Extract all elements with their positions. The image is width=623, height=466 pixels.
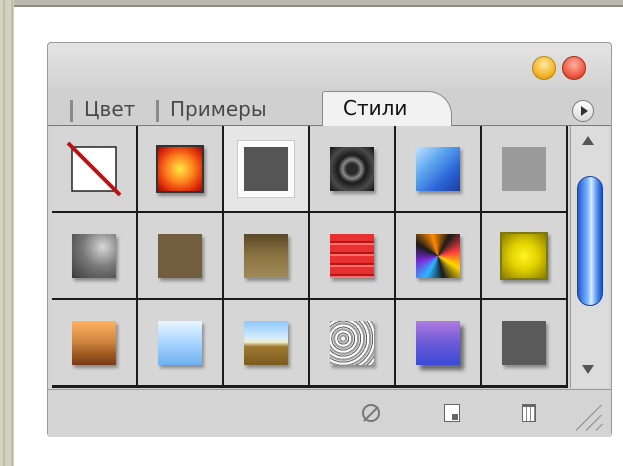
arrow-up-icon[interactable]	[582, 136, 594, 145]
tab-label: Примеры	[170, 97, 267, 121]
swatch-smoke-gray	[72, 233, 116, 278]
panel-title-bar[interactable]	[48, 43, 611, 89]
trash-icon[interactable]	[522, 404, 536, 422]
style-swatch[interactable]	[482, 126, 568, 213]
vertical-scrollbar[interactable]	[570, 126, 609, 388]
swatch-orange-glow	[156, 144, 204, 193]
swatch-dark-metal-ring	[330, 146, 374, 191]
swatch-light-blue-gradient	[158, 320, 202, 365]
styles-grid	[52, 126, 568, 388]
style-swatch[interactable]	[224, 300, 310, 387]
style-swatch[interactable]	[52, 213, 138, 300]
style-swatch[interactable]	[138, 126, 224, 213]
panel-bottom-bar	[48, 389, 611, 437]
tab-styles[interactable]: Стили	[322, 91, 452, 126]
style-swatch[interactable]	[224, 126, 310, 213]
swatch-brown-flat	[158, 233, 202, 278]
top-rule	[14, 0, 623, 7]
minimize-button[interactable]	[532, 56, 556, 80]
tab-color[interactable]: Цвет	[70, 94, 152, 125]
new-style-icon[interactable]	[444, 404, 460, 422]
tab-label: Цвет	[84, 97, 136, 121]
swatch-landscape	[244, 320, 288, 365]
no-style-icon	[66, 141, 122, 196]
swatch-bronze	[244, 233, 288, 278]
close-button[interactable]	[562, 56, 586, 80]
play-arrow-icon	[580, 106, 588, 116]
scrollbar-thumb[interactable]	[577, 176, 603, 306]
unlink-style-icon[interactable]	[362, 404, 380, 422]
style-swatch[interactable]	[138, 300, 224, 387]
style-swatch[interactable]	[224, 213, 310, 300]
swatch-gray-white-border	[238, 140, 294, 197]
style-swatch[interactable]	[396, 300, 482, 387]
swatch-blue-sky	[416, 146, 460, 191]
swatch-dark-gray	[502, 320, 546, 365]
panel-menu-button[interactable]	[572, 100, 594, 122]
swatch-yellow-gold	[500, 231, 548, 280]
style-swatch[interactable]	[52, 300, 138, 387]
swatch-red-stripes	[330, 233, 374, 278]
style-swatch[interactable]	[310, 300, 396, 387]
resize-grip-icon[interactable]	[570, 398, 606, 432]
style-swatch[interactable]	[396, 213, 482, 300]
style-swatch[interactable]	[482, 213, 568, 300]
style-swatch[interactable]	[138, 213, 224, 300]
tab-bar: Цвет Примеры Стили	[48, 89, 611, 126]
arrow-down-icon[interactable]	[582, 365, 594, 374]
background-strip	[0, 0, 14, 466]
graphic-styles-panel: Цвет Примеры Стили	[47, 42, 612, 437]
style-swatch[interactable]	[482, 300, 568, 387]
style-swatch[interactable]	[396, 126, 482, 213]
tab-divider	[156, 100, 159, 122]
swatch-granite	[330, 320, 374, 365]
tab-label: Стили	[343, 96, 408, 120]
style-swatch-none[interactable]	[52, 126, 138, 213]
swatch-gray-flat	[502, 146, 546, 191]
swatch-purple-blue	[416, 320, 460, 365]
style-swatch[interactable]	[310, 126, 396, 213]
swatch-rainbow-swirl	[416, 233, 460, 278]
swatch-sunset	[72, 320, 116, 365]
tab-swatches[interactable]: Примеры	[156, 94, 316, 125]
style-swatch[interactable]	[310, 213, 396, 300]
tab-divider	[70, 100, 73, 122]
